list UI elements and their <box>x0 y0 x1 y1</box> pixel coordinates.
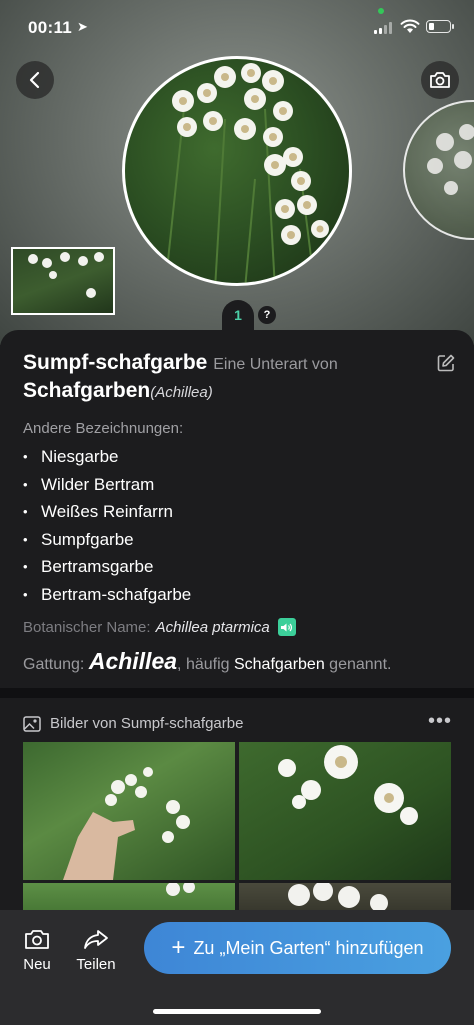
plant-info-card: Sumpf-schafgarbe Eine Unterart von Schaf… <box>0 330 474 688</box>
images-title: Bilder von Sumpf-schafgarbe <box>50 715 244 732</box>
parent-species-link[interactable]: Schafgarben <box>23 379 150 402</box>
aliases-list: Niesgarbe Wilder Bertram Weißes Reinfarr… <box>23 443 451 608</box>
user-photo-thumbnail[interactable] <box>11 247 115 315</box>
genus-common-name: Schafgarben <box>233 656 325 673</box>
yarrow-flowers-image <box>28 252 104 298</box>
yarrow-flowers-image <box>427 124 474 195</box>
botanical-name: Achillea ptarmica <box>155 618 270 636</box>
location-arrow-icon: ➤ <box>77 19 88 34</box>
section-divider <box>0 688 474 698</box>
cellular-signal-icon <box>374 22 392 34</box>
new-scan-button[interactable]: Neu <box>20 928 54 973</box>
chevron-left-icon <box>29 71 40 89</box>
plant-common-name: Sumpf-schafgarbe <box>23 351 208 374</box>
help-button[interactable]: ? <box>258 306 276 324</box>
parent-latin-name: (Achillea) <box>150 384 213 401</box>
add-to-garden-button[interactable]: + Zu „Mein Garten“ hinzufügen <box>144 922 451 974</box>
next-plant-photo[interactable] <box>403 100 474 240</box>
gallery-icon <box>23 715 41 732</box>
camera-button[interactable] <box>421 61 459 99</box>
subspecies-text: Eine Unterart von <box>213 356 338 373</box>
botanical-label: Botanischer Name: <box>23 618 151 636</box>
aliases-heading: Andere Bezeichnungen: <box>23 420 184 437</box>
plus-icon: + <box>171 934 186 961</box>
genus-row: Gattung: Achillea, häufig Schafgarben ge… <box>23 648 451 675</box>
alias-item: Bertramsgarbe <box>23 553 451 581</box>
yarrow-flowers-image <box>164 63 329 283</box>
more-options-button[interactable]: ••• <box>428 710 452 733</box>
alias-item: Weißes Reinfarrn <box>23 498 451 526</box>
edit-icon[interactable] <box>437 354 455 372</box>
alias-item: Niesgarbe <box>23 443 451 471</box>
new-label: Neu <box>23 956 51 973</box>
genus-end-text: genannt. <box>329 656 392 673</box>
images-section: Bilder von Sumpf-schafgarbe ••• <box>0 698 474 928</box>
camera-icon <box>430 72 450 88</box>
images-heading: Bilder von Sumpf-schafgarbe <box>23 715 243 732</box>
home-indicator <box>153 1009 321 1014</box>
status-time: 00:11 <box>28 18 73 37</box>
pronunciation-button[interactable] <box>277 618 296 636</box>
photo-header: 00:11 ➤ 1 ? <box>0 0 474 345</box>
share-button[interactable]: Teilen <box>73 928 119 973</box>
main-plant-photo[interactable] <box>122 56 352 286</box>
share-arrow-icon <box>84 930 108 949</box>
battery-icon <box>426 20 454 33</box>
page-indicator: 1 <box>222 300 254 330</box>
bottom-action-bar: Neu Teilen + Zu „Mein Garten“ hinzufügen <box>0 910 474 1025</box>
share-label: Teilen <box>76 956 116 973</box>
camera-icon <box>25 930 49 949</box>
botanical-name-row: Botanischer Name: Achillea ptarmica <box>23 618 451 636</box>
gallery-photo[interactable] <box>239 742 451 880</box>
alias-item: Sumpfgarbe <box>23 526 451 554</box>
genus-label: Gattung: <box>23 656 85 673</box>
battery-level <box>429 23 434 30</box>
gallery-photo[interactable] <box>23 742 235 880</box>
speaker-icon <box>281 623 293 631</box>
hand-holding-flowers-image <box>63 767 190 880</box>
genus-name: Achillea <box>88 648 178 674</box>
back-button[interactable] <box>16 61 54 99</box>
status-bar: 00:11 ➤ <box>0 8 474 44</box>
alias-item: Bertram-schafgarbe <box>23 581 451 609</box>
privacy-indicator-icon <box>378 8 384 14</box>
genus-mid-text: , häufig <box>177 656 230 673</box>
yarrow-closeup-image <box>278 745 418 825</box>
add-to-garden-label: Zu „Mein Garten“ hinzufügen <box>193 937 424 958</box>
alias-item: Wilder Bertram <box>23 471 451 499</box>
wifi-icon <box>400 19 420 33</box>
plant-title: Sumpf-schafgarbe Eine Unterart von Schaf… <box>23 350 451 406</box>
